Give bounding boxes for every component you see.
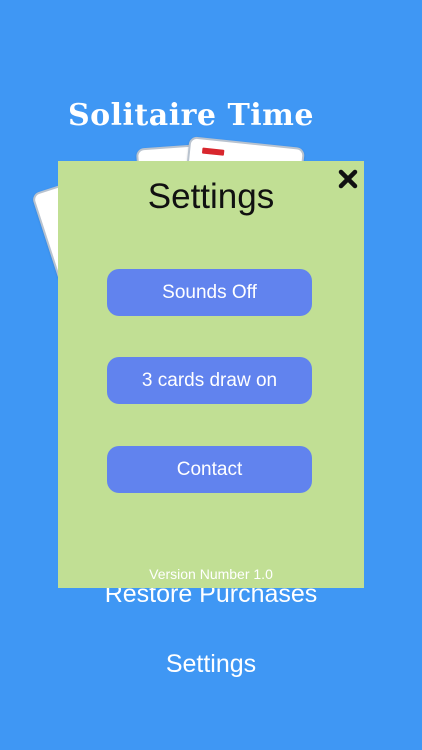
card-suit-mark <box>201 147 225 156</box>
contact-button[interactable]: Contact <box>107 446 312 493</box>
settings-dialog: Settings Sounds Off 3 cards draw on Cont… <box>58 161 364 588</box>
card-draw-toggle-button[interactable]: 3 cards draw on <box>107 357 312 404</box>
settings-title: Settings <box>147 177 275 216</box>
close-icon <box>338 169 358 189</box>
app-title: Solitaire Time <box>67 98 315 133</box>
version-label: Version Number 1.0 <box>149 566 273 582</box>
settings-menu-button[interactable]: Settings <box>0 650 422 679</box>
close-button[interactable] <box>336 167 360 191</box>
sounds-toggle-button[interactable]: Sounds Off <box>107 269 312 316</box>
